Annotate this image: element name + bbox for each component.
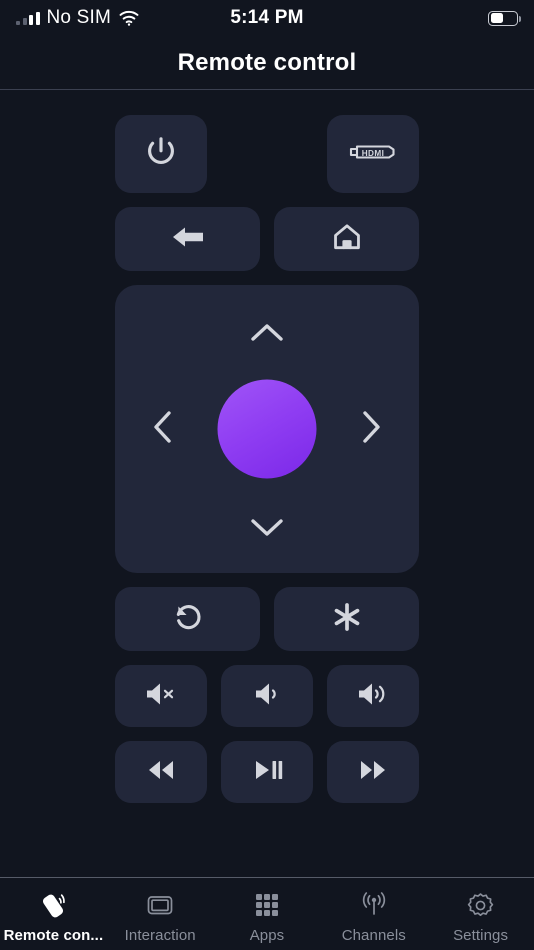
tab-channels[interactable]: Channels xyxy=(320,878,427,950)
battery-icon xyxy=(488,10,522,26)
back-button[interactable] xyxy=(115,207,260,271)
row-misc xyxy=(115,587,419,651)
volume-down-button[interactable] xyxy=(221,665,313,727)
arrow-left-icon xyxy=(170,222,206,257)
tab-label: Channels xyxy=(341,927,406,944)
row-volume xyxy=(115,665,419,727)
chevron-right-icon xyxy=(358,407,384,452)
remote-control-screen: No SIM 5:14 PM Remote control HDMI Remot… xyxy=(0,0,534,950)
hdmi-icon: HDMI xyxy=(345,137,401,172)
chevron-left-icon xyxy=(150,407,176,452)
carrier-label: No SIM xyxy=(46,7,112,28)
screen-icon xyxy=(144,888,176,922)
chevron-down-icon xyxy=(247,514,287,545)
tab-bar: Remote con... Interaction Apps Channels … xyxy=(0,877,534,950)
dpad-right-button[interactable] xyxy=(345,403,397,455)
remote-body: HDMI xyxy=(0,90,534,877)
rotate-button[interactable] xyxy=(115,587,260,651)
tab-remote-control[interactable]: Remote con... xyxy=(0,878,107,950)
page-title: Remote control xyxy=(177,48,357,76)
tab-label: Apps xyxy=(249,927,285,944)
home-icon xyxy=(331,221,363,258)
tab-interaction[interactable]: Interaction xyxy=(107,878,214,950)
dpad-up-button[interactable] xyxy=(241,309,293,361)
fast-forward-button[interactable] xyxy=(327,741,419,803)
status-bar: No SIM 5:14 PM xyxy=(0,0,534,36)
tab-label: Settings xyxy=(453,927,509,944)
status-bar-right xyxy=(488,10,522,26)
gear-icon xyxy=(465,888,496,922)
tab-label: Interaction xyxy=(124,927,196,944)
hdmi-button[interactable]: HDMI xyxy=(327,115,419,193)
remote-icon xyxy=(37,888,69,922)
row-nav xyxy=(115,207,419,271)
power-button[interactable] xyxy=(115,115,207,193)
rewind-button[interactable] xyxy=(115,741,207,803)
volume-low-icon xyxy=(250,679,284,714)
dpad-left-button[interactable] xyxy=(137,403,189,455)
home-button[interactable] xyxy=(274,207,419,271)
row-media xyxy=(115,741,419,803)
broadcast-icon xyxy=(358,888,390,922)
rewind-icon xyxy=(142,757,180,788)
tab-settings[interactable]: Settings xyxy=(427,878,534,950)
power-icon xyxy=(143,134,179,175)
asterisk-icon xyxy=(330,600,364,639)
hdmi-icon-text: HDMI xyxy=(362,149,385,158)
play-pause-button[interactable] xyxy=(221,741,313,803)
grid-icon xyxy=(252,888,282,922)
tab-apps[interactable]: Apps xyxy=(214,878,321,950)
dpad xyxy=(115,285,419,573)
status-bar-left: No SIM xyxy=(16,7,140,29)
chevron-up-icon xyxy=(247,320,287,351)
wifi-icon xyxy=(118,10,140,26)
play-pause-icon xyxy=(249,757,285,788)
volume-high-icon xyxy=(354,679,392,714)
rotate-ccw-icon xyxy=(171,600,205,639)
tab-label: Remote con... xyxy=(3,927,104,944)
asterisk-button[interactable] xyxy=(274,587,419,651)
volume-up-button[interactable] xyxy=(327,665,419,727)
dpad-down-button[interactable] xyxy=(241,503,293,555)
mute-button[interactable] xyxy=(115,665,207,727)
volume-mute-icon xyxy=(142,679,180,714)
fast-forward-icon xyxy=(354,757,392,788)
dpad-ok-button[interactable] xyxy=(217,379,317,479)
navigation-bar: Remote control xyxy=(0,36,534,90)
cellular-signal-icon xyxy=(16,11,40,25)
row-power: HDMI xyxy=(115,115,419,193)
